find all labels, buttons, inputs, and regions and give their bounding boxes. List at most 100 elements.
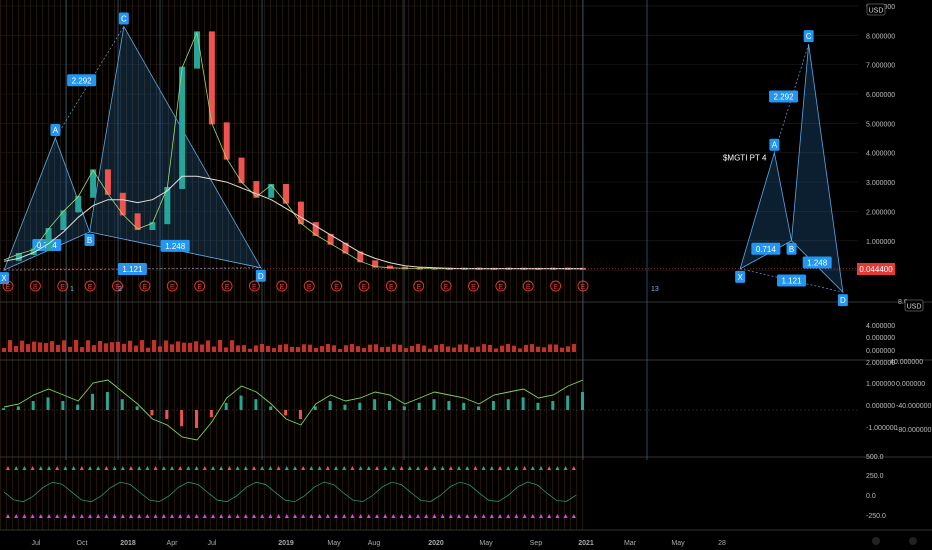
earnings-marker-label: E [581,284,586,291]
volume-bar [386,346,390,352]
price-candle [75,195,82,213]
time-tick-label: 2020 [428,540,444,547]
oscillator-tick-label: 1.000000 [866,381,895,388]
pattern-point-b: B [789,245,794,254]
earnings-marker-label: E [279,284,284,291]
volume-bar [158,346,162,352]
time-tick-label: 2021 [578,540,594,547]
volume-bar [314,347,318,352]
oscillator-tick-label: 0.000000 [866,403,895,410]
volume-bar [524,344,528,352]
oscillator-histogram-bar [76,404,80,410]
bar-count-2: 2 [118,286,122,293]
oscillator-histogram-bar [61,401,65,410]
volume-bar [542,347,546,352]
oscillator-histogram-bar [180,410,184,427]
price-tick-label: 2.000000 [866,209,895,216]
volume-bar [98,340,102,352]
volume-bar [560,347,564,352]
volume-bar [248,348,252,352]
pattern-point-a: A [772,141,778,150]
earnings-marker-label: E [143,284,148,291]
price-tick-label: 6.000000 [866,92,895,99]
volume-bar [254,345,258,352]
ratio-label-bd: 1.248 [165,242,186,251]
time-tick-label: Sep [530,540,543,547]
earnings-marker-label: E [60,284,65,291]
oscillator-histogram-bar [566,395,570,410]
earnings-marker-label: E [170,284,175,291]
earnings-marker-label: E [252,284,257,291]
auto-scale-icon[interactable] [872,537,880,545]
ratio-label-xd: 1.121 [782,276,803,285]
earnings-marker-label: E [225,284,230,291]
volume-bar [194,341,198,352]
oscillator-histogram-bar [432,399,436,410]
pattern-point-c: C [806,32,812,41]
oscillator-histogram-bar [269,406,273,410]
log-scale-icon[interactable] [909,537,917,545]
volume-bar [398,344,402,352]
chart-canvas[interactable]: XABCD0.7142.2921.1211.248XABCD0.7142.292… [0,0,932,550]
volume-bar [8,340,12,352]
volume-bar [362,347,366,352]
volume-bar [218,340,222,352]
volume-bar [140,340,144,352]
oscillator-histogram-bar [417,402,421,410]
volume-bar [566,346,570,352]
volume-bar [350,344,354,352]
volume-bar [122,343,126,352]
volume-bar [368,344,372,352]
currency-badge-main[interactable]: USD [866,3,886,16]
volume-bar [452,347,456,352]
oscillator-histogram-bar [284,410,288,416]
price-candle [342,242,349,254]
volume-bar [308,344,312,352]
price-candle [327,233,334,245]
oscillator-histogram-bar [120,399,124,410]
bar-count-1: 1 [70,286,74,293]
ratio-label-xd: 1.121 [122,265,143,274]
volume-bar [62,340,66,352]
volume-bar [332,345,336,352]
price-tick-label: 7.000000 [866,63,895,70]
volume-bar [536,346,540,352]
oscillator-histogram-bar [254,399,258,410]
volume-bar [518,348,522,352]
currency-badge-volume[interactable]: USD [904,299,924,312]
earnings-marker-label: E [334,284,339,291]
volume-bar [500,345,504,352]
earnings-marker-label: E [526,284,531,291]
oscillator-histogram-bar [358,402,362,410]
earnings-marker-label: E [6,284,11,291]
ratio-label-bd: 1.248 [807,258,828,267]
pattern-point-x: X [737,273,743,282]
oscillator-histogram-bar [506,399,510,410]
oscillator-histogram-bar [447,401,451,410]
earnings-marker-label: E [33,284,38,291]
earnings-marker-label: E [444,284,449,291]
volume-bar [38,342,42,352]
oscillator-histogram-bar [31,401,35,410]
oscillator-histogram-bar [328,401,332,410]
oscillator-histogram-bar [135,406,139,410]
time-tick-label: 28 [718,540,726,547]
ratio-label-ac: 2.292 [72,76,93,85]
volume-bar [464,344,468,352]
volume-bar [272,348,276,352]
volume-bar [80,347,84,352]
volume-bar [200,344,204,352]
earnings-marker-label: E [88,284,93,291]
volume-tick-label-right: 40.000000 [890,359,923,366]
price-candle [312,222,319,236]
oscillator-histogram-bar [150,410,154,416]
volume-bar [266,345,270,352]
oscillator-histogram-bar [239,395,243,410]
volume-bar [488,344,492,352]
currency-label-volume: USD [907,304,922,311]
price-tick-label: 3.000000 [866,180,895,187]
oscillator-histogram-bar [46,397,50,410]
volume-bar [296,347,300,352]
signals-tick-label: 500.0 [866,454,884,461]
volume-bar [326,344,330,352]
